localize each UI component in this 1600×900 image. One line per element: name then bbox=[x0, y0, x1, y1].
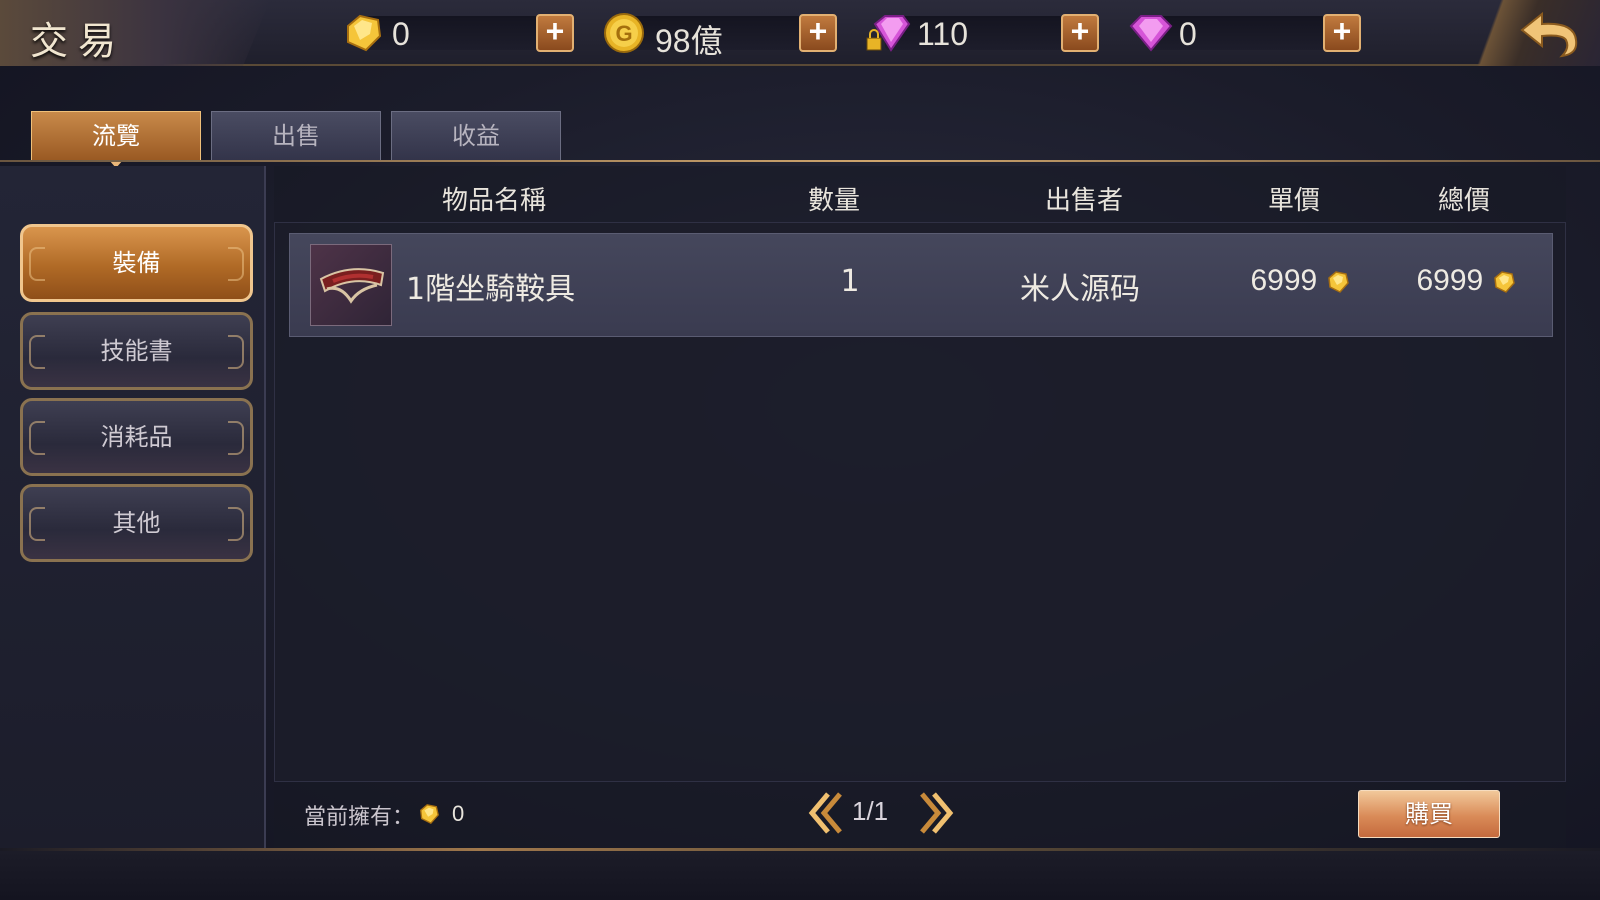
tab-browse[interactable]: 流覽 bbox=[31, 111, 201, 168]
item-total-price-cell: 6999 bbox=[1386, 264, 1546, 298]
item-unit-price: 6999 bbox=[1250, 264, 1318, 297]
column-header-unit-price: 單價 bbox=[1267, 186, 1320, 216]
back-arrow-icon bbox=[1520, 11, 1578, 58]
item-quantity: 1 bbox=[840, 264, 860, 299]
column-header-item-name: 物品名稱 bbox=[441, 186, 546, 216]
item-thumbnail bbox=[310, 244, 392, 326]
back-button[interactable] bbox=[1470, 0, 1600, 66]
category-other[interactable]: 其他 bbox=[20, 484, 253, 562]
currency-value: 0 bbox=[1179, 16, 1197, 52]
locked-purple-diamond-icon bbox=[866, 15, 911, 52]
gold-gem-icon bbox=[420, 804, 439, 825]
divider bbox=[0, 160, 1600, 162]
item-total-price: 6999 bbox=[1416, 264, 1484, 297]
listing-table: 1階坐騎鞍具 1 米人源码 6999 6999 bbox=[274, 222, 1566, 782]
previous-page-icon[interactable] bbox=[806, 788, 846, 838]
currency-gold-gem: 0 + bbox=[340, 12, 574, 54]
gold-gem-icon bbox=[1327, 271, 1349, 294]
column-header-seller: 出售者 bbox=[1044, 186, 1123, 216]
add-gold-coin-button[interactable]: + bbox=[799, 14, 837, 52]
buy-button[interactable]: 購買 bbox=[1358, 790, 1500, 838]
category-equipment[interactable]: 裝備 bbox=[20, 224, 253, 302]
gold-coin-icon: G bbox=[604, 13, 644, 53]
gold-gem-icon bbox=[347, 14, 382, 52]
tab-earnings[interactable]: 收益 bbox=[391, 111, 561, 161]
item-seller: 米人源码 bbox=[1020, 272, 1140, 307]
saddle-item-icon bbox=[319, 268, 385, 304]
currency-value: 110 bbox=[917, 16, 969, 52]
category-skill-books[interactable]: 技能書 bbox=[20, 312, 253, 390]
currency-locked-diamond: 110 + bbox=[865, 12, 1099, 54]
tab-sell[interactable]: 出售 bbox=[211, 111, 381, 161]
page-title: 交易 bbox=[30, 19, 127, 63]
column-header-quantity: 數量 bbox=[807, 186, 860, 216]
listing-panel: 物品名稱 數量 出售者 單價 總價 1階坐騎鞍具 1 米人源码 6999 699… bbox=[274, 166, 1566, 850]
page-indicator: 1/1 bbox=[852, 796, 889, 826]
column-header-total-price: 總價 bbox=[1437, 186, 1490, 216]
currency-gold-coin: G 98億 + bbox=[603, 12, 837, 59]
currency-value: 0 bbox=[392, 16, 410, 52]
add-gold-gem-button[interactable]: + bbox=[536, 14, 574, 52]
gold-gem-icon bbox=[1493, 271, 1515, 294]
item-name: 1階坐騎鞍具 bbox=[406, 272, 576, 307]
purple-diamond-icon bbox=[1129, 15, 1173, 52]
item-unit-price-cell: 6999 bbox=[1220, 264, 1380, 298]
add-purple-diamond-button[interactable]: + bbox=[1323, 14, 1361, 52]
category-sidebar: 裝備 技能書 消耗品 其他 bbox=[0, 166, 266, 850]
owned-value: 0 bbox=[452, 801, 465, 826]
bottom-strip bbox=[0, 851, 1600, 900]
currency-purple-diamond: 0 + bbox=[1127, 12, 1361, 54]
table-row[interactable]: 1階坐騎鞍具 1 米人源码 6999 6999 bbox=[289, 233, 1553, 337]
category-consumables[interactable]: 消耗品 bbox=[20, 398, 253, 476]
currency-value: 98億 bbox=[655, 23, 723, 59]
next-page-icon[interactable] bbox=[916, 788, 956, 838]
owned-label: 當前擁有： bbox=[304, 805, 415, 830]
svg-text:G: G bbox=[615, 21, 632, 46]
top-bar: 交易 0 + G 98億 + 110 + 0 + bbox=[0, 0, 1600, 66]
add-locked-diamond-button[interactable]: + bbox=[1061, 14, 1099, 52]
